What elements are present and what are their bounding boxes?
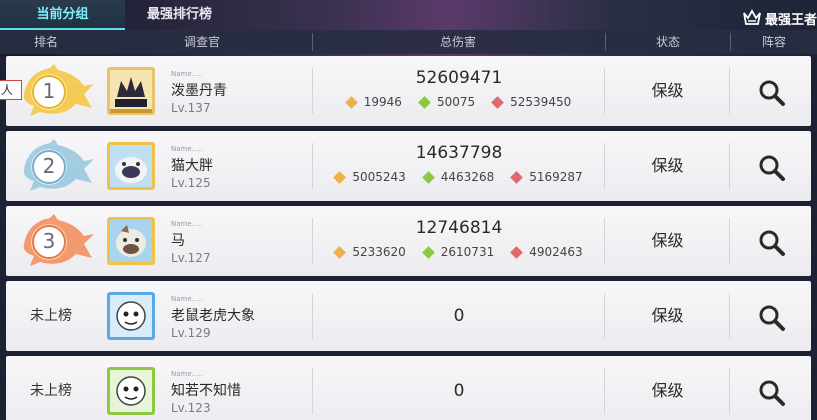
row-divider	[312, 143, 313, 189]
status: 保级	[651, 306, 684, 325]
avatar[interactable]	[107, 142, 155, 190]
tab-current-group[interactable]: 当前分组	[0, 0, 125, 30]
red-diamond-icon	[491, 95, 505, 109]
row-divider	[729, 368, 730, 414]
tab-strongest-ranking[interactable]: 最强排行榜	[125, 0, 234, 30]
orange-diamond-icon	[344, 95, 358, 109]
crown-icon	[743, 9, 761, 25]
row-divider	[312, 293, 313, 339]
player-level: Lv.123	[171, 401, 211, 415]
row-divider	[312, 218, 313, 264]
orange-diamond-icon	[333, 170, 347, 184]
rank-number: 1	[42, 79, 56, 103]
name-meta: Name.....	[171, 70, 203, 78]
avatar[interactable]	[107, 292, 155, 340]
damage-red: 4902463	[529, 245, 583, 259]
column-rank: 排名	[33, 35, 58, 49]
player-name: 猫大胖	[171, 158, 213, 174]
tab-bar: 当前分组 最强排行榜	[0, 0, 234, 30]
column-total-damage: 总伤害	[439, 35, 476, 49]
rank-unranked: 未上榜	[30, 383, 72, 399]
damage-orange: 19946	[363, 95, 402, 109]
table-row: 未上榜 Name..... 知若不知惜 Lv.123 0 保级	[6, 356, 811, 420]
column-lineup: 阵容	[761, 35, 786, 49]
damage-breakdown: 19946 50075 52539450	[314, 95, 604, 109]
rank-badge-gold: 1	[18, 64, 96, 118]
table-row: 3 Name..... 马 Lv.127 12746814 5233620 26…	[6, 206, 811, 276]
row-divider	[604, 218, 605, 264]
total-damage: 12746814	[415, 218, 503, 238]
player-level: Lv.137	[171, 101, 211, 115]
side-tag[interactable]: 人	[0, 80, 22, 100]
view-lineup-search-icon[interactable]	[752, 226, 792, 260]
tier-title-label: 最强王者	[764, 12, 817, 28]
view-lineup-search-icon[interactable]	[752, 76, 792, 110]
rank-number: 2	[42, 154, 56, 178]
player-name: 老鼠老虎大象	[171, 308, 255, 324]
row-divider	[604, 293, 605, 339]
damage-red: 52539450	[510, 95, 572, 109]
avatar[interactable]	[107, 367, 155, 415]
row-divider	[729, 218, 730, 264]
player-name: 马	[171, 233, 185, 249]
green-diamond-icon	[421, 245, 435, 259]
orange-diamond-icon	[333, 245, 347, 259]
damage-breakdown: 5005243 4463268 5169287	[314, 170, 604, 184]
damage-orange: 5233620	[352, 245, 406, 259]
row-divider	[604, 368, 605, 414]
row-divider	[312, 68, 313, 114]
damage-breakdown: 5233620 2610731 4902463	[314, 245, 604, 259]
avatar[interactable]	[107, 217, 155, 265]
status: 保级	[651, 381, 684, 400]
name-meta: Name.....	[171, 145, 203, 153]
avatar[interactable]	[107, 67, 155, 115]
status: 保级	[651, 156, 684, 175]
green-diamond-icon	[421, 170, 435, 184]
view-lineup-search-icon[interactable]	[752, 301, 792, 335]
player-name: 知若不知惜	[171, 383, 241, 399]
name-meta: Name.....	[171, 295, 203, 303]
rank-unranked: 未上榜	[30, 308, 72, 324]
name-meta: Name.....	[171, 220, 203, 228]
player-level: Lv.125	[171, 176, 211, 190]
tier-title: 最强王者	[742, 8, 817, 28]
total-damage: 52609471	[415, 68, 503, 88]
status: 保级	[651, 81, 684, 100]
damage-orange: 5005243	[352, 170, 406, 184]
table-row: 1 Name..... 泼墨丹青 Lv.137 52609471 19946 5…	[6, 56, 811, 126]
red-diamond-icon	[510, 170, 524, 184]
player-level: Lv.129	[171, 326, 211, 340]
row-divider	[729, 143, 730, 189]
table-header: 排名 调查官 总伤害 状态 阵容	[0, 30, 817, 54]
damage-green: 2610731	[440, 245, 495, 259]
total-damage: 0	[453, 381, 465, 401]
rank-number: 3	[42, 229, 56, 253]
status: 保级	[651, 231, 684, 250]
table-row: 2 Name..... 猫大胖 Lv.125 14637798 5005243 …	[6, 131, 811, 201]
row-divider	[604, 143, 605, 189]
row-divider	[312, 368, 313, 414]
name-meta: Name.....	[171, 370, 203, 378]
player-level: Lv.127	[171, 251, 211, 265]
row-divider	[729, 68, 730, 114]
rank-badge-silver: 2	[18, 139, 96, 193]
rank-badge-bronze: 3	[18, 214, 96, 268]
table-row: 未上榜 Name..... 老鼠老虎大象 Lv.129 0 保级	[6, 281, 811, 351]
damage-green: 4463268	[440, 170, 495, 184]
row-divider	[604, 68, 605, 114]
column-status: 状态	[655, 35, 680, 49]
row-divider	[729, 293, 730, 339]
green-diamond-icon	[418, 95, 431, 109]
view-lineup-search-icon[interactable]	[752, 151, 792, 185]
damage-red: 5169287	[529, 170, 583, 184]
column-investigator: 调查官	[183, 35, 220, 49]
damage-green: 50075	[436, 95, 476, 109]
player-name: 泼墨丹青	[171, 83, 227, 99]
view-lineup-search-icon[interactable]	[752, 376, 792, 410]
total-damage: 0	[453, 306, 465, 326]
total-damage: 14637798	[415, 143, 503, 163]
red-diamond-icon	[510, 245, 524, 259]
